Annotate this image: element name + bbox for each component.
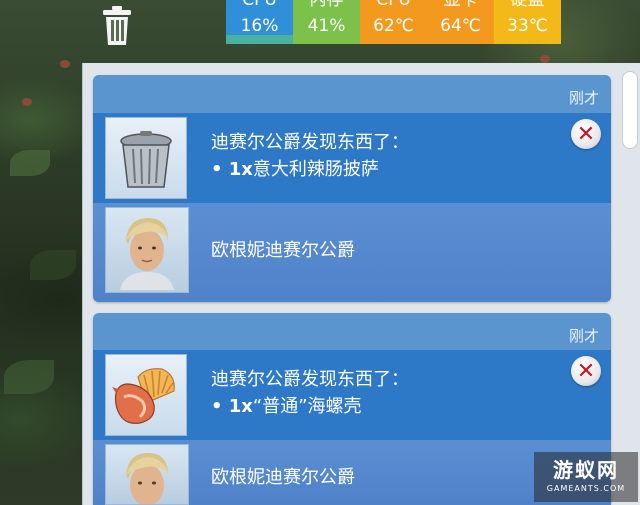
notification-title: 迪赛尔公爵发现东西了： [211,132,409,153]
stat-memory-usage: 内存 41% [293,0,360,44]
system-stats-bar: CPU 16% 内存 41% CPU 62℃ 显卡 64℃ 硬盘 33℃ [226,0,561,44]
notification-time: 刚才 [568,89,599,107]
notification-message-row: 迪赛尔公爵发现东西了： • 1x意大利辣肠披萨 ✕ [93,113,611,203]
stat-label: 显卡 [443,0,478,10]
background-flower [540,55,550,63]
stat-gpu-temp: 显卡 64℃ [427,0,494,44]
stat-value: 41% [307,16,346,36]
background-leaf [4,360,54,394]
notification-item: • 1x意大利辣肠披萨 [211,156,409,183]
watermark-brand: 游蚁网 [553,458,619,482]
stat-value: 33℃ [507,16,548,36]
stat-bar [360,35,427,44]
sim-portrait [105,207,189,293]
item-quantity: • 1x [211,396,253,417]
stat-value: 62℃ [373,16,414,36]
stat-bar [226,35,293,44]
sim-row[interactable]: 欧根妮迪赛尔公爵 [93,203,611,302]
stat-label: CPU [242,0,277,10]
sim-name: 欧根妮迪赛尔公爵 [211,240,355,261]
stat-value: 64℃ [440,16,481,36]
sim-name: 欧根妮迪赛尔公爵 [211,467,355,488]
sim-avatar-icon [120,218,174,290]
notification-title: 迪赛尔公爵发现东西了： [211,369,409,390]
notification-card: 刚才 迪赛尔公爵发现东西了： • 1x意大利辣肠披萨 ✕ 欧根妮迪赛尔公爵 [93,75,611,302]
watermark-domain: GAMEANTS.COM [546,484,626,493]
item-name: “普通”海螺壳 [252,396,362,417]
seashell-icon [112,368,175,424]
stat-cpu-temp: CPU 62℃ [360,0,427,44]
trash-icon [103,6,131,45]
background-leaf [10,150,50,176]
sim-avatar-icon [126,453,168,504]
stat-disk-temp: 硬盘 33℃ [494,0,561,44]
background-flower [22,98,32,106]
background-leaf [30,250,76,280]
stat-bar [293,35,360,44]
close-icon: ✕ [576,358,596,384]
dismiss-button[interactable]: ✕ [571,119,601,149]
dismiss-button[interactable]: ✕ [571,356,601,386]
item-thumbnail [105,354,187,436]
stat-bar [427,35,494,44]
sim-portrait [105,444,189,505]
notification-text: 迪赛尔公爵发现东西了： • 1x意大利辣肠披萨 [211,129,409,183]
stat-cpu-usage: CPU 16% [226,0,293,44]
item-name: 意大利辣肠披萨 [252,159,379,180]
notification-text: 迪赛尔公爵发现东西了： • 1x“普通”海螺壳 [211,366,409,420]
close-icon: ✕ [576,121,596,147]
stat-label: 内存 [309,0,344,10]
notification-message-row: 迪赛尔公爵发现东西了： • 1x“普通”海螺壳 ✕ [93,350,611,440]
stat-bar [494,35,561,44]
stat-label: 硬盘 [510,0,545,10]
trash-can-icon [120,131,172,188]
stat-value: 16% [240,16,279,36]
item-thumbnail [105,117,187,199]
item-quantity: • 1x [211,159,253,180]
background-flower [60,60,70,68]
scrollbar-thumb[interactable] [622,71,638,149]
notification-item: • 1x“普通”海螺壳 [211,393,409,420]
delete-all-button[interactable] [100,4,134,46]
site-watermark: 游蚁网 GAMEANTS.COM [534,452,638,502]
notification-time: 刚才 [568,327,599,345]
stat-label: CPU [376,0,411,10]
